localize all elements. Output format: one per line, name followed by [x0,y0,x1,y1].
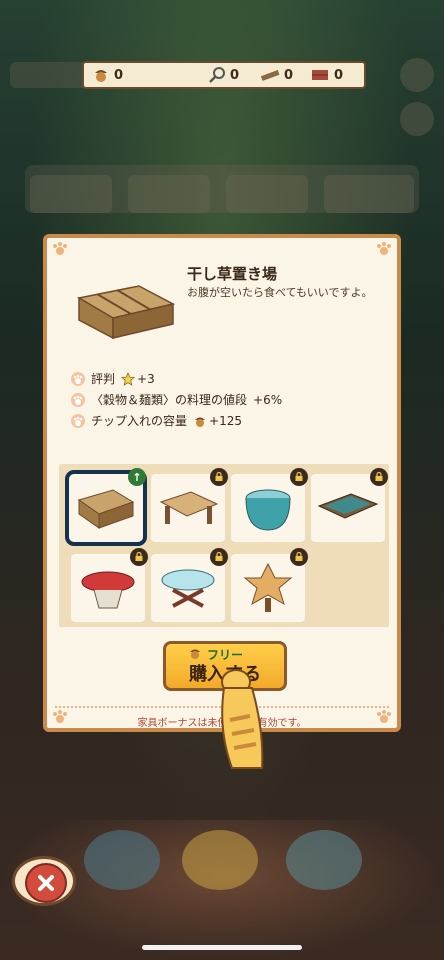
variant-slot-hay-bale[interactable]: ↑ [65,468,147,546]
plank-counter: 0 [260,66,293,84]
stat-label: 評判 [91,372,116,386]
paw-corner-icon [377,242,391,255]
brick-icon [312,70,328,80]
paw-icon [71,371,85,386]
blurred-right-button [400,102,434,136]
stat-label: チップ入れの容量 [91,414,188,428]
blurred-tab [226,175,308,213]
stat-tip-capacity: チップ入れの容量 +125 [71,412,242,429]
hay-bale-image [76,285,176,340]
plank-count: 0 [284,67,294,83]
item-title: 干し草置き場 [187,265,278,283]
stat-value: +3 [137,371,155,386]
stat-label: 〈穀物＆麺類〉の料理の値段 [91,393,248,407]
star-icon [121,371,136,386]
blurred-tab [30,175,112,213]
variant-grid: ↑ [59,464,389,627]
blurred-tab [128,175,210,213]
resource-bar: 0 0 0 0 [82,61,366,89]
variant-slot-teal-pot[interactable] [231,468,308,542]
acorn-icon [95,70,107,82]
lock-icon [210,468,228,486]
close-button[interactable] [12,856,76,906]
acorn-icon [195,417,206,427]
paw-icon [71,392,85,407]
upgrade-arrow-icon: ↑ [128,468,146,486]
variant-slot-teal-bench[interactable] [311,468,388,542]
magnifier-count: 0 [230,67,240,83]
blurred-dish [84,830,160,890]
tutorial-hand-pointer [221,669,264,769]
stat-value: +6% [253,392,283,407]
lock-icon [290,548,308,566]
blurred-dish [286,830,362,890]
item-description: お腹が空いたら食べてもいいですよ。 [187,286,373,299]
brick-counter: 0 [310,66,343,84]
blurred-tab [324,175,414,213]
furniture-detail-panel: 干し草置き場 お腹が空いたら食べてもいいですよ。 評判 +3 〈穀物＆麺類〉の料… [43,234,401,732]
stat-value: +125 [209,413,242,428]
blurred-top-right-button [400,58,434,92]
lock-icon [370,468,388,486]
home-indicator[interactable] [142,945,302,950]
plank-icon [260,70,280,81]
brick-count: 0 [334,67,344,83]
lock-icon [210,548,228,566]
acorn-count: 0 [114,67,124,83]
close-icon [25,863,67,903]
paw-corner-icon [53,242,67,255]
variant-slot-red-round-table[interactable] [71,548,148,622]
magnifier-counter: 0 [208,66,239,84]
blurred-dish [182,830,258,890]
stat-price-bonus: 〈穀物＆麺類〉の料理の値段 +6% [71,391,282,408]
acorn-counter: 0 [92,66,123,84]
magnifier-icon [209,67,225,83]
lock-icon [290,468,308,486]
stat-reputation: 評判 +3 [71,370,155,387]
lock-icon [130,548,148,566]
variant-slot-wooden-table[interactable] [151,468,228,542]
paw-icon [71,413,85,428]
variant-slot-light-blue-round-table[interactable] [151,548,228,622]
variant-slot-star-shaped-table[interactable] [231,548,308,622]
